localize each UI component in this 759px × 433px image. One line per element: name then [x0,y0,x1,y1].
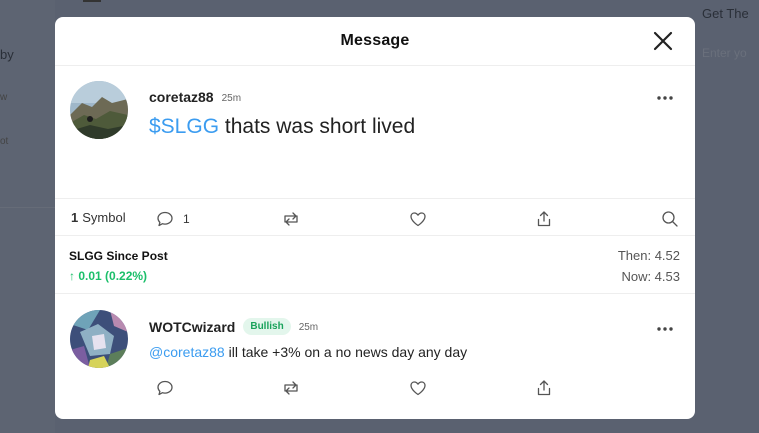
close-button[interactable] [651,29,675,53]
now-price: Now: 4.53 [621,269,680,284]
price-change: ↑ 0.01 (0.22%) [69,269,148,283]
timestamp[interactable]: 25m [222,93,241,104]
background-left-panel [0,0,55,433]
reply-body: @coretaz88 ill take +3% on a no news day… [149,344,467,360]
like-button[interactable] [409,209,427,229]
share-icon [537,380,551,396]
action-bar [149,378,695,398]
symbol-label: Symbol [82,209,126,225]
comment-icon [157,211,173,227]
then-price: Then: 4.52 [617,248,680,263]
modal-title: Message [340,32,410,49]
share-icon [537,211,551,227]
background-menu-line [83,0,101,2]
repost-button[interactable] [281,209,301,229]
avatar[interactable] [70,310,128,368]
message-text: thats was short lived [219,115,416,138]
avatar[interactable] [70,81,128,139]
message-modal: Message coretaz88 25m $SLGG thats was sh… [55,17,695,419]
background-divider [0,207,55,208]
more-icon [657,96,673,100]
symbol-count: 1 [71,209,79,225]
username[interactable]: coretaz88 [149,89,214,105]
like-button[interactable] [409,378,427,398]
repost-button[interactable] [281,378,301,398]
reply-button[interactable]: 1 [156,209,190,229]
background-text-fragment: by [0,47,14,62]
reply-post: WOTCwizard Bullish 25m @coretaz88 ill ta… [55,294,695,419]
cashtag-link[interactable]: $SLGG [149,115,219,138]
background-text-fragment: w [0,92,8,103]
background-heading-fragment: Get The [702,6,749,21]
more-options-button[interactable] [657,319,673,331]
background-input-fragment: Enter yo [702,46,747,60]
more-icon [657,327,673,331]
mention-link[interactable]: @coretaz88 [149,344,225,360]
repost-icon [284,381,298,395]
message-body: $SLGG thats was short lived [149,115,415,139]
post-header: coretaz88 25m [149,89,241,105]
modal-header: Message [55,17,695,66]
background-text-fragment: ot [0,136,9,147]
close-icon [653,31,673,51]
comment-icon [157,380,173,396]
timestamp[interactable]: 25m [299,322,318,333]
like-icon [410,212,426,227]
action-bar: 1 [149,209,695,229]
search-icon [662,211,678,227]
like-icon [410,381,426,396]
repost-icon [284,212,298,226]
reply-count: 1 [183,212,190,226]
since-post-title: SLGG Since Post [69,249,168,263]
search-button[interactable] [661,209,679,229]
since-post-row[interactable]: SLGG Since Post ↑ 0.01 (0.22%) Then: 4.5… [55,236,695,294]
username[interactable]: WOTCwizard [149,319,235,335]
reply-button[interactable] [156,378,174,398]
sentiment-badge: Bullish [243,318,291,335]
reply-text: ill take +3% on a no news day any day [224,344,468,360]
more-options-button[interactable] [657,88,673,100]
message-post: coretaz88 25m $SLGG thats was short live… [55,66,695,227]
share-button[interactable] [535,378,553,398]
post-header: WOTCwizard Bullish 25m [149,318,318,335]
share-button[interactable] [535,209,553,229]
